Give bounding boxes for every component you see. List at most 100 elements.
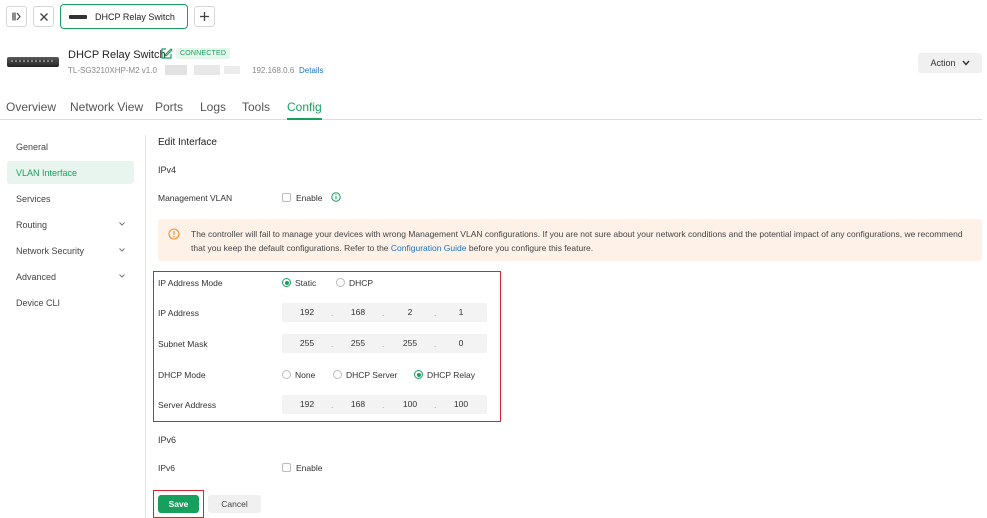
sidebar-item-advanced[interactable]: Advanced [7,265,134,288]
device-name: DHCP Relay Switch [68,49,166,61]
configuration-guide-link[interactable]: Configuration Guide [391,243,467,253]
device-image [7,57,59,67]
sidebar-item-label: Device CLI [16,297,61,308]
ip-octet[interactable]: 192 [292,307,322,317]
redacted-mac [165,65,187,75]
server-octet[interactable]: 168 [343,399,373,409]
close-button[interactable] [33,6,54,27]
device-tab[interactable]: DHCP Relay Switch [60,4,188,29]
divider [145,135,146,518]
ip-address-field[interactable]: 192 . 168 . 2 . 1 [282,303,487,322]
ip-mode-dhcp-radio[interactable] [336,278,345,287]
chevron-down-icon [119,274,125,278]
tab-overview[interactable]: Overview [6,100,56,120]
octet-separator: . [331,400,334,410]
add-tab-button[interactable] [194,6,215,27]
mask-octet[interactable]: 255 [395,338,425,348]
ip-mode-static-radio[interactable] [282,278,291,287]
device-ip: 192.168.0.6 [252,66,295,75]
octet-separator: . [434,308,437,318]
dhcp-mode-server-label: DHCP Server [346,370,398,380]
warning-text-after: before you configure this feature. [466,243,594,253]
ip-address-label: IP Address [158,308,199,318]
tab-ports[interactable]: Ports [155,100,183,120]
sidebar-item-label: Advanced [16,271,57,282]
octet-separator: . [382,400,385,410]
device-tab-label: DHCP Relay Switch [95,11,175,22]
sidebar-item-label: Services [16,193,51,204]
sidebar-item-label: General [16,141,49,152]
cancel-button[interactable]: Cancel [208,495,261,513]
chevron-down-icon [119,248,125,252]
ip-mode-dhcp-label: DHCP [349,278,374,288]
sidebar-item-routing[interactable]: Routing [7,213,134,236]
octet-separator: . [331,308,334,318]
dhcp-mode-label: DHCP Mode [158,370,206,380]
plus-icon [200,12,209,21]
subnet-mask-label: Subnet Mask [158,339,208,349]
octet-separator: . [434,339,437,349]
octet-separator: . [382,339,385,349]
ipv4-section-heading: IPv4 [158,165,177,175]
action-dropdown[interactable]: Action [918,53,982,73]
ip-octet[interactable]: 1 [446,307,476,317]
expand-icon [12,12,21,21]
ip-mode-label: IP Address Mode [158,278,223,288]
sidebar-item-device-cli[interactable]: Device CLI [7,291,134,314]
info-icon[interactable] [331,192,341,202]
mask-octet[interactable]: 255 [292,338,322,348]
octet-separator: . [331,339,334,349]
ipv6-enable-label: Enable [296,463,323,473]
mask-octet[interactable]: 255 [343,338,373,348]
server-octet[interactable]: 192 [292,399,322,409]
sidebar-item-label: Network Security [16,245,85,256]
sidebar-item-services[interactable]: Services [7,187,134,210]
dhcp-mode-none-label: None [295,370,316,380]
warning-icon [168,228,180,240]
ipv6-section-heading: IPv6 [158,435,177,445]
action-label: Action [930,58,956,68]
sidebar-item-general[interactable]: General [7,135,134,158]
chevron-down-icon [119,222,125,226]
close-icon [39,12,48,21]
server-octet[interactable]: 100 [446,399,476,409]
edit-icon[interactable] [160,47,173,60]
sidebar-item-label: VLAN Interface [16,167,78,178]
ip-mode-static-label: Static [295,278,317,288]
sidebar-item-network-security[interactable]: Network Security [7,239,134,262]
tab-config[interactable]: Config [287,100,322,120]
page-title: Edit Interface [158,137,217,148]
tab-network-view[interactable]: Network View [70,100,143,120]
warning-banner: The controller will fail to manage your … [158,219,982,261]
dhcp-mode-relay-radio[interactable] [414,370,423,379]
details-link[interactable]: Details [299,66,323,75]
top-tab-strip: DHCP Relay Switch [0,0,987,34]
server-octet[interactable]: 100 [395,399,425,409]
device-model: TL-SG3210XHP-M2 v1.0 [68,66,157,75]
server-address-label: Server Address [158,400,217,410]
dhcp-mode-relay-label: DHCP Relay [427,370,476,380]
mgmt-vlan-enable-label: Enable [296,193,323,203]
expand-sidebar-button[interactable] [6,6,27,27]
dhcp-mode-server-radio[interactable] [333,370,342,379]
switch-icon [69,14,87,19]
mgmt-vlan-checkbox[interactable] [282,193,291,202]
tab-logs[interactable]: Logs [200,100,226,120]
redacted-mac [224,66,240,74]
subnet-mask-field[interactable]: 255 . 255 . 255 . 0 [282,334,487,353]
save-button[interactable]: Save [158,495,199,513]
ipv6-enable-checkbox[interactable] [282,463,291,472]
ipv6-label: IPv6 [158,463,176,473]
server-address-field[interactable]: 192 . 168 . 100 . 100 [282,395,487,414]
sidebar-item-label: Routing [16,219,48,230]
mask-octet[interactable]: 0 [446,338,476,348]
dhcp-mode-none-radio[interactable] [282,370,291,379]
octet-separator: . [382,308,385,318]
ip-octet[interactable]: 168 [343,307,373,317]
redacted-mac [194,65,220,75]
warning-text: The controller will fail to manage your … [191,227,971,255]
sidebar-item-vlan-interface[interactable]: VLAN Interface [7,161,134,184]
tab-tools[interactable]: Tools [242,100,270,120]
ip-octet[interactable]: 2 [395,307,425,317]
mgmt-vlan-label: Management VLAN [158,193,233,203]
